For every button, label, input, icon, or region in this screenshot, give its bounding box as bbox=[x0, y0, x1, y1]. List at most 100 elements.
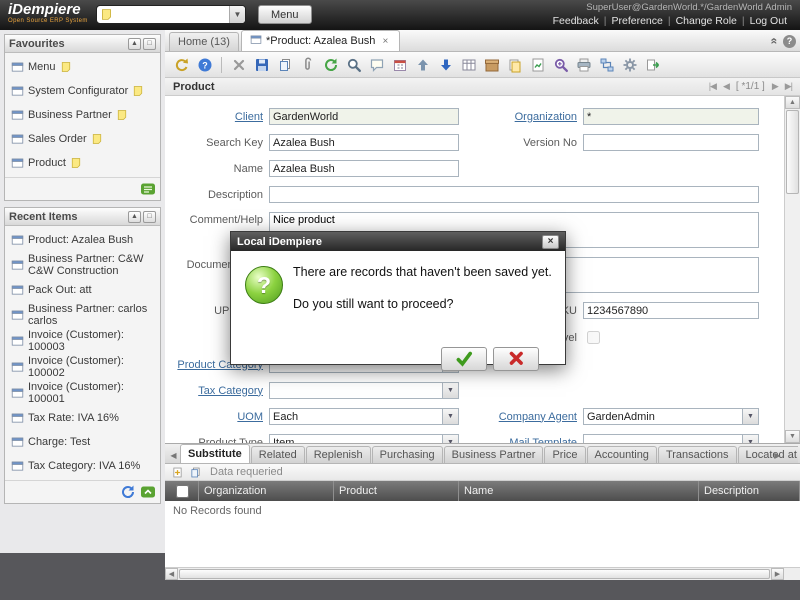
workflow-icon[interactable] bbox=[596, 54, 617, 75]
tab-product-azalea-bush[interactable]: *Product: Azalea Bush× bbox=[241, 30, 400, 51]
uom-select[interactable]: Each ▼ bbox=[269, 408, 459, 425]
product-type-select[interactable]: Item ▼ bbox=[269, 434, 459, 443]
detail-copy-icon[interactable] bbox=[188, 465, 203, 480]
dialog-close-icon[interactable]: × bbox=[542, 235, 559, 249]
sku-field[interactable] bbox=[583, 302, 759, 319]
refresh-icon[interactable] bbox=[120, 484, 136, 500]
collapse-header-icon[interactable]: « bbox=[768, 38, 782, 45]
detail-tab-substitute[interactable]: Substitute bbox=[180, 444, 250, 463]
cancel-button[interactable] bbox=[493, 347, 539, 371]
recent-item-business-partner-carlos-carlos[interactable]: Business Partner: carlos carlos bbox=[5, 302, 160, 328]
scrollbar-thumb[interactable] bbox=[179, 569, 770, 579]
select-all-checkbox[interactable] bbox=[176, 485, 189, 498]
confirm-button[interactable] bbox=[441, 347, 487, 371]
tab-scroll-right-icon[interactable]: ▶ bbox=[771, 451, 784, 463]
recent-item-invoice-customer-100001[interactable]: Invoice (Customer): 100001 bbox=[5, 380, 160, 406]
header-link-log-out[interactable]: Log Out bbox=[750, 15, 787, 27]
panel-collapse-icon[interactable]: ▲ bbox=[128, 211, 141, 223]
requery-icon[interactable] bbox=[320, 54, 341, 75]
vertical-scrollbar[interactable]: ▲ ▼ bbox=[784, 96, 800, 443]
favourite-item-sales-order[interactable]: Sales Order bbox=[5, 127, 160, 151]
menu-button[interactable]: Menu bbox=[258, 5, 312, 24]
company-agent-select[interactable]: GardenAdmin ▼ bbox=[583, 408, 759, 425]
copy-icon[interactable] bbox=[274, 54, 295, 75]
description-field[interactable] bbox=[269, 186, 759, 203]
print-icon[interactable] bbox=[573, 54, 594, 75]
search-key-field[interactable] bbox=[269, 134, 459, 151]
process-icon[interactable] bbox=[619, 54, 640, 75]
delete-icon[interactable] bbox=[228, 54, 249, 75]
scroll-down-icon[interactable]: ▼ bbox=[785, 430, 800, 443]
header-link-feedback[interactable]: Feedback bbox=[553, 15, 599, 27]
dropdown-arrow-icon[interactable]: ▼ bbox=[742, 409, 758, 424]
window-help-icon[interactable]: ? bbox=[783, 35, 796, 48]
scroll-up-icon[interactable]: ▲ bbox=[785, 96, 800, 109]
column-header-description[interactable]: Description bbox=[699, 481, 800, 501]
header-link-preference[interactable]: Preference bbox=[611, 15, 662, 27]
detail-tab-related[interactable]: Related bbox=[251, 446, 305, 463]
scrollbar-thumb[interactable] bbox=[786, 110, 799, 194]
detail-tab-transactions[interactable]: Transactions bbox=[658, 446, 737, 463]
tab-home-13[interactable]: Home (13) bbox=[169, 32, 239, 51]
dropdown-arrow-icon[interactable]: ▼ bbox=[442, 435, 458, 443]
documents-icon[interactable] bbox=[504, 54, 525, 75]
find-icon[interactable] bbox=[343, 54, 364, 75]
panel-collapse-icon[interactable]: ▲ bbox=[128, 38, 141, 50]
export-icon[interactable] bbox=[642, 54, 663, 75]
organization-label[interactable]: Organization bbox=[465, 111, 577, 123]
recent-item-product-azalea-bush[interactable]: Product: Azalea Bush bbox=[5, 228, 160, 252]
column-header-name[interactable]: Name bbox=[459, 481, 699, 501]
last-record-icon[interactable]: ▶| bbox=[785, 81, 792, 92]
dropdown-arrow-icon[interactable]: ▼ bbox=[442, 409, 458, 424]
favourite-item-business-partner[interactable]: Business Partner bbox=[5, 103, 160, 127]
chat-icon[interactable] bbox=[366, 54, 387, 75]
favourite-item-product[interactable]: Product bbox=[5, 151, 160, 175]
recent-item-business-partner-c-w-c-w-construction[interactable]: Business Partner: C&W C&W Construction bbox=[5, 252, 160, 278]
dialog-titlebar[interactable]: Local iDempiere × bbox=[231, 232, 565, 251]
column-header-product[interactable]: Product bbox=[334, 481, 459, 501]
first-record-icon[interactable]: |◀ bbox=[709, 81, 716, 92]
detail-tab-purchasing[interactable]: Purchasing bbox=[372, 446, 443, 463]
close-tab-icon[interactable]: × bbox=[379, 35, 391, 48]
report-icon[interactable] bbox=[527, 54, 548, 75]
uom-label[interactable]: UOM bbox=[171, 411, 263, 423]
detail-record-icon[interactable] bbox=[435, 54, 456, 75]
recent-item-invoice-customer-100003[interactable]: Invoice (Customer): 100003 bbox=[5, 328, 160, 354]
scroll-right-icon[interactable]: ▶ bbox=[771, 568, 784, 580]
attachment-icon[interactable] bbox=[297, 54, 318, 75]
panel-detach-icon[interactable]: □ bbox=[143, 38, 156, 50]
name-field[interactable] bbox=[269, 160, 459, 177]
scroll-left-icon[interactable]: ◀ bbox=[165, 568, 178, 580]
favourite-item-menu[interactable]: Menu bbox=[5, 55, 160, 79]
panel-detach-icon[interactable]: □ bbox=[143, 211, 156, 223]
detail-tab-price[interactable]: Price bbox=[544, 446, 585, 463]
grid-toggle-icon[interactable] bbox=[458, 54, 479, 75]
version-no-field[interactable] bbox=[583, 134, 759, 151]
next-record-icon[interactable]: ▶ bbox=[772, 81, 778, 92]
calendar-icon[interactable] bbox=[389, 54, 410, 75]
recent-item-charge-test[interactable]: Charge: Test bbox=[5, 430, 160, 454]
ignore-icon[interactable] bbox=[171, 54, 192, 75]
quick-search-combo[interactable]: ▼ bbox=[96, 5, 246, 24]
detail-tab-accounting[interactable]: Accounting bbox=[587, 446, 657, 463]
tax-category-select[interactable]: ▼ bbox=[269, 382, 459, 399]
tab-scroll-left-icon[interactable]: ◀ bbox=[167, 451, 180, 463]
dropdown-arrow-icon[interactable]: ▼ bbox=[442, 383, 458, 398]
client-label[interactable]: Client bbox=[171, 111, 263, 123]
detail-new-icon[interactable] bbox=[170, 465, 185, 480]
recent-item-tax-rate-iva-16[interactable]: Tax Rate: IVA 16% bbox=[5, 406, 160, 430]
archive-icon[interactable] bbox=[481, 54, 502, 75]
save-icon[interactable] bbox=[251, 54, 272, 75]
recent-item-pack-out-att[interactable]: Pack Out: att bbox=[5, 278, 160, 302]
tax-category-label[interactable]: Tax Category bbox=[171, 385, 263, 397]
combo-dropdown-icon[interactable]: ▼ bbox=[229, 6, 245, 23]
dropdown-arrow-icon[interactable]: ▼ bbox=[742, 435, 758, 443]
recent-item-tax-category-iva-16[interactable]: Tax Category: IVA 16% bbox=[5, 454, 160, 478]
previous-record-icon[interactable]: ◀ bbox=[723, 81, 729, 92]
collapse-all-icon[interactable] bbox=[140, 484, 156, 500]
favourite-item-system-configurator[interactable]: System Configurator bbox=[5, 79, 160, 103]
column-header-organization[interactable]: Organization bbox=[199, 481, 334, 501]
zoom-icon[interactable] bbox=[550, 54, 571, 75]
menu-lookup-icon[interactable] bbox=[140, 181, 156, 197]
detail-tab-business-partner[interactable]: Business Partner bbox=[444, 446, 544, 463]
